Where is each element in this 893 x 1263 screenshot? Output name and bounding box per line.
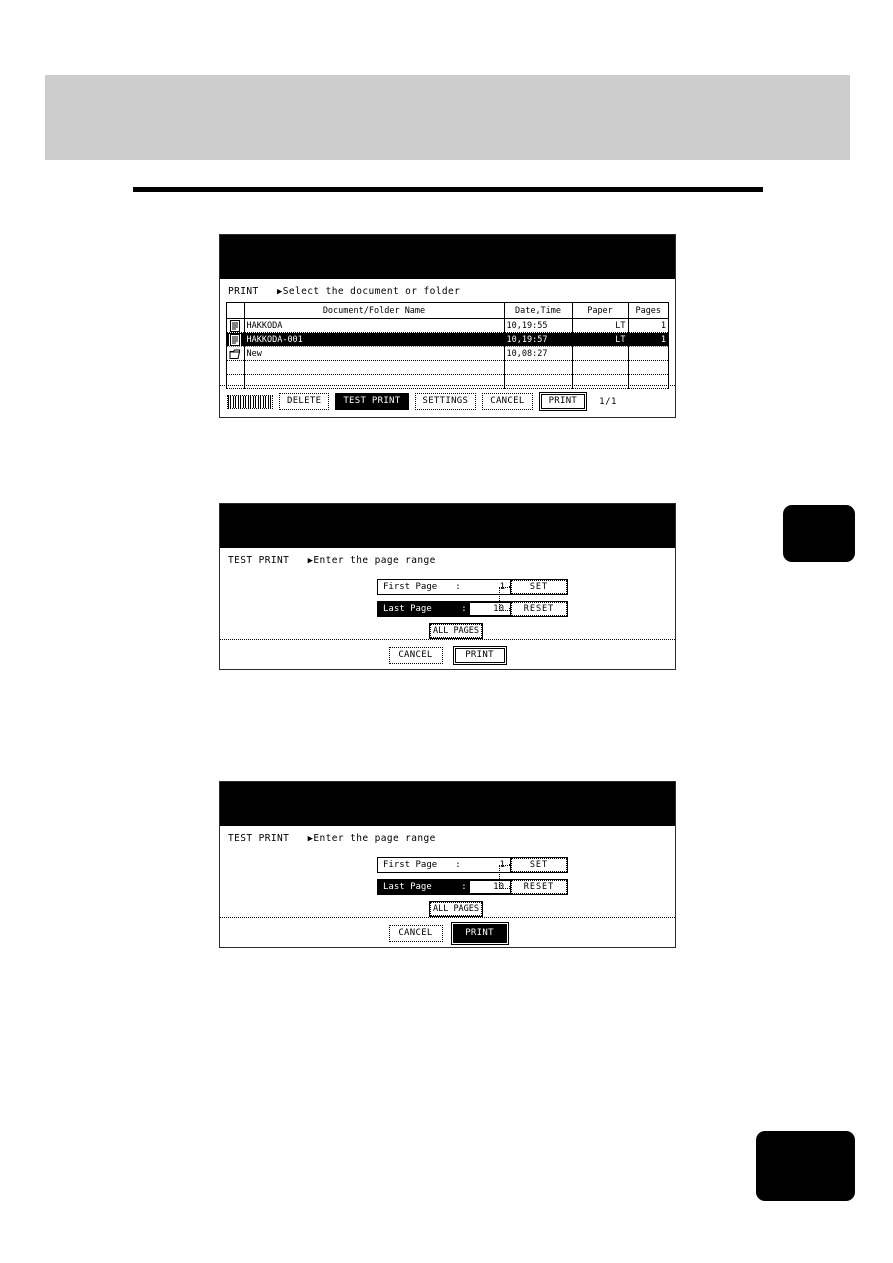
document-icon-glyph xyxy=(230,319,241,332)
reset-button[interactable]: RESET xyxy=(511,880,567,894)
panel-button-row: DELETE TEST PRINT SETTINGS CANCEL PRINT … xyxy=(220,385,675,417)
last-page-colon: : xyxy=(461,604,467,614)
first-page-label: First Page xyxy=(383,582,438,592)
unreadable-button[interactable] xyxy=(227,394,273,409)
test-print-button[interactable]: TEST PRINT xyxy=(335,393,409,410)
page-indicator: 1/1 xyxy=(599,396,617,407)
column-header-icon xyxy=(227,303,245,319)
set-button[interactable]: SET xyxy=(511,580,567,594)
cancel-button[interactable]: CANCEL xyxy=(388,925,443,942)
print-button[interactable]: PRINT xyxy=(538,392,588,411)
cell-paper xyxy=(572,346,629,361)
breadcrumb-title: TEST PRINT xyxy=(228,833,290,844)
cell-pages: 1 xyxy=(628,332,668,347)
column-header-pages: Pages xyxy=(628,303,668,319)
breadcrumb-title: TEST PRINT xyxy=(228,555,290,566)
column-header-name: Document/Folder Name xyxy=(244,303,505,319)
breadcrumb-text: Select the document or folder xyxy=(282,286,461,297)
last-page-label: Last Page xyxy=(383,604,432,614)
lcd-panel-print-select: PRINT ▶Select the document or folder Doc… xyxy=(219,234,676,418)
print-button[interactable]: PRINT xyxy=(452,646,507,665)
folder-icon-glyph xyxy=(229,349,241,359)
column-header-date: Date,Time xyxy=(504,303,573,319)
last-page-colon: : xyxy=(461,882,467,892)
lcd-panel-test-print-range-2: TEST PRINT ▶Enter the page range First P… xyxy=(219,781,676,948)
panel-footer-row: CANCEL PRINT xyxy=(220,917,675,947)
print-button[interactable]: PRINT xyxy=(452,924,507,943)
cell-date: 10,08:27 xyxy=(504,346,573,361)
header-divider-rule xyxy=(133,187,763,192)
table-row[interactable]: HAKKODA-001 10,19:57 LT 1 xyxy=(227,332,668,347)
panel-footer-row: CANCEL PRINT xyxy=(220,639,675,669)
document-icon xyxy=(227,318,245,333)
reset-button[interactable]: RESET xyxy=(511,602,567,616)
table-row[interactable]: New 10,08:27 xyxy=(227,346,668,361)
cell-paper: LT xyxy=(572,318,629,333)
breadcrumb-title: PRINT xyxy=(228,286,259,297)
cell-date: 10,19:55 xyxy=(504,318,573,333)
all-pages-button[interactable]: ALL PAGES xyxy=(430,624,482,638)
empty-icon-cell xyxy=(227,360,245,375)
last-page-label: Last Page xyxy=(383,882,432,892)
breadcrumb-text: Enter the page range xyxy=(313,555,436,566)
table-row[interactable] xyxy=(227,360,668,375)
set-button[interactable]: SET xyxy=(511,858,567,872)
all-pages-button[interactable]: ALL PAGES xyxy=(430,902,482,916)
cell-name: HAKKODA-001 xyxy=(244,332,505,347)
settings-button[interactable]: SETTINGS xyxy=(414,393,477,410)
breadcrumb-text: Enter the page range xyxy=(313,833,436,844)
first-page-colon: : xyxy=(455,582,461,592)
cell-pages xyxy=(628,360,668,375)
column-header-paper: Paper xyxy=(572,303,629,319)
cell-paper: LT xyxy=(572,332,629,347)
upper-chapter-tab xyxy=(783,505,855,562)
panel-title-bar xyxy=(220,504,675,548)
first-page-field[interactable]: First Page : 1 xyxy=(377,579,512,595)
lower-chapter-tab xyxy=(756,1131,855,1201)
document-list: Document/Folder Name Date,Time Paper Pag… xyxy=(226,302,669,389)
breadcrumb: TEST PRINT ▶Enter the page range xyxy=(220,826,675,849)
last-page-field[interactable]: Last Page : 10 xyxy=(377,879,512,895)
document-icon-glyph xyxy=(229,333,242,346)
cell-pages xyxy=(628,346,668,361)
cell-date: 10,19:57 xyxy=(504,332,573,347)
cell-name: New xyxy=(244,346,505,361)
delete-button[interactable]: DELETE xyxy=(279,393,330,410)
cell-name xyxy=(244,360,505,375)
lcd-panel-test-print-range-1: TEST PRINT ▶Enter the page range First P… xyxy=(219,503,676,670)
cancel-button[interactable]: CANCEL xyxy=(388,647,443,664)
last-page-field[interactable]: Last Page : 10 xyxy=(377,601,512,617)
page-header-band xyxy=(45,75,850,160)
first-page-colon: : xyxy=(455,860,461,870)
document-table: Document/Folder Name Date,Time Paper Pag… xyxy=(227,303,668,389)
folder-icon xyxy=(227,346,245,361)
cell-date xyxy=(504,360,573,375)
panel-title-bar xyxy=(220,782,675,826)
table-header-row: Document/Folder Name Date,Time Paper Pag… xyxy=(227,303,668,319)
page-range-form: First Page : 1 Last Page : 10 SET RESET … xyxy=(220,571,675,649)
cell-name: HAKKODA xyxy=(244,318,505,333)
first-page-field[interactable]: First Page : 1 xyxy=(377,857,512,873)
panel-title-bar xyxy=(220,235,675,279)
page-range-form: First Page : 1 Last Page : 10 SET RESET … xyxy=(220,849,675,927)
table-row[interactable]: HAKKODA 10,19:55 LT 1 xyxy=(227,318,668,333)
breadcrumb: TEST PRINT ▶Enter the page range xyxy=(220,548,675,571)
breadcrumb: PRINT ▶Select the document or folder xyxy=(220,279,675,302)
cancel-button[interactable]: CANCEL xyxy=(482,393,533,410)
document-icon xyxy=(227,332,245,347)
cell-paper xyxy=(572,360,629,375)
first-page-label: First Page xyxy=(383,860,438,870)
cell-pages: 1 xyxy=(628,318,668,333)
